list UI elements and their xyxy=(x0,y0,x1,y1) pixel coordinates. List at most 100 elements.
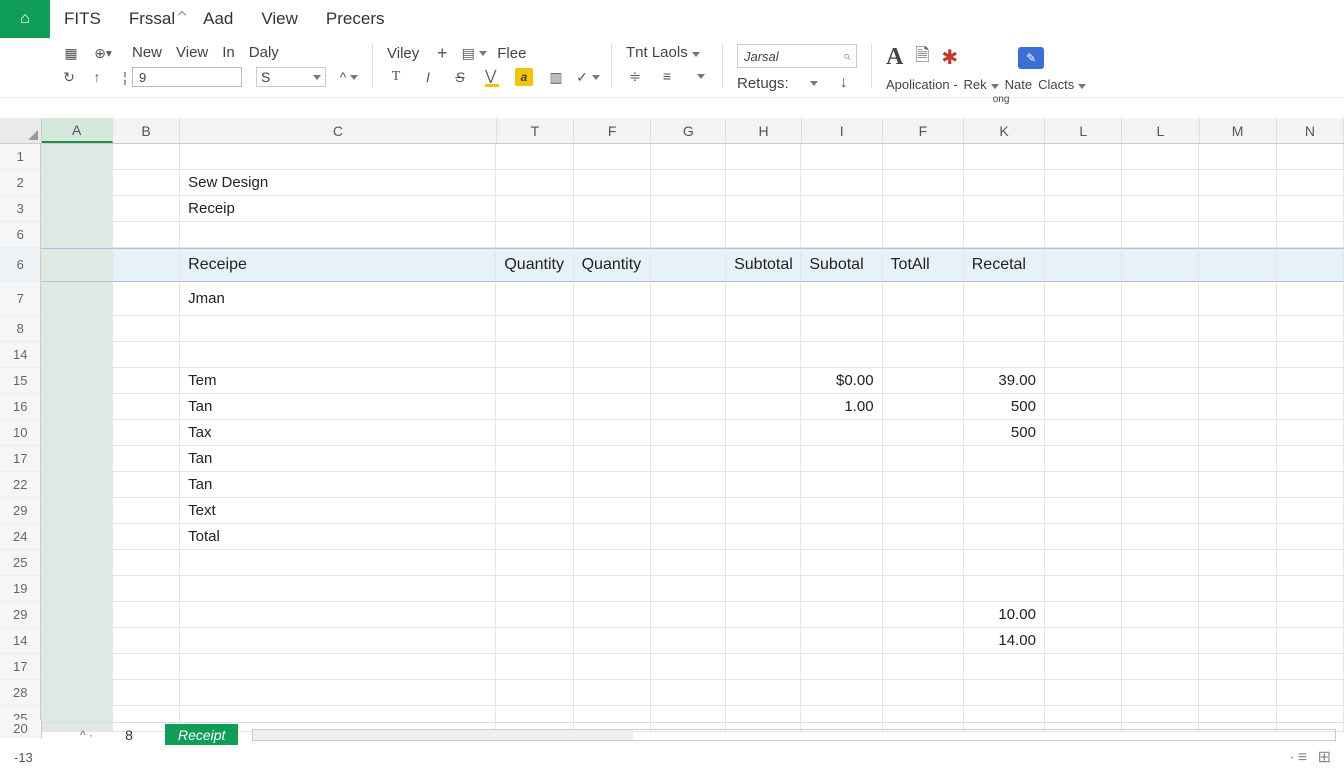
cell[interactable]: 14.00 xyxy=(964,628,1045,654)
cell[interactable] xyxy=(496,420,573,446)
cell[interactable] xyxy=(496,368,573,394)
row-number[interactable]: 14 xyxy=(0,628,41,654)
brush-icon[interactable]: ✎ xyxy=(1018,47,1044,69)
cell[interactable] xyxy=(1045,654,1122,680)
cell[interactable] xyxy=(801,170,882,196)
cell[interactable] xyxy=(726,602,801,628)
cell[interactable] xyxy=(1045,368,1122,394)
cell[interactable] xyxy=(651,446,726,472)
cell[interactable] xyxy=(574,420,651,446)
cell[interactable] xyxy=(651,222,726,248)
caret-small-icon[interactable]: ^ xyxy=(340,68,358,86)
cell[interactable] xyxy=(801,316,882,342)
cell[interactable] xyxy=(574,550,651,576)
cell[interactable] xyxy=(1045,248,1122,282)
cell[interactable] xyxy=(574,368,651,394)
view-controls-icon[interactable]: ·≡ ⊞ xyxy=(1289,747,1334,767)
cell[interactable] xyxy=(1045,576,1122,602)
cell[interactable] xyxy=(41,196,112,222)
cell[interactable] xyxy=(180,550,496,576)
cell[interactable] xyxy=(726,472,801,498)
cell[interactable] xyxy=(726,420,801,446)
cell[interactable]: Receipe xyxy=(180,248,496,282)
row-number[interactable]: 10 xyxy=(0,420,41,446)
label-clacts[interactable]: Clacts xyxy=(1038,77,1086,92)
cell[interactable] xyxy=(883,680,964,706)
cell[interactable] xyxy=(180,654,496,680)
cell[interactable] xyxy=(574,282,651,316)
cell[interactable] xyxy=(1199,394,1276,420)
menu-precers[interactable]: Precers xyxy=(312,9,399,29)
horizontal-scrollbar[interactable] xyxy=(252,729,1336,741)
cell[interactable] xyxy=(726,144,801,170)
cell[interactable] xyxy=(651,628,726,654)
row-number[interactable]: 1 xyxy=(0,144,41,170)
col-header-l-10[interactable]: L xyxy=(1045,118,1122,143)
cell[interactable] xyxy=(1122,550,1199,576)
row-number[interactable]: 16 xyxy=(0,394,41,420)
row-number[interactable]: 2 xyxy=(0,170,41,196)
btn-new[interactable]: New xyxy=(132,44,162,61)
row-number[interactable]: 17 xyxy=(0,654,41,680)
cell[interactable] xyxy=(964,196,1045,222)
cell[interactable]: Sew Design xyxy=(180,170,496,196)
cell[interactable] xyxy=(1122,654,1199,680)
cell[interactable] xyxy=(883,628,964,654)
cell[interactable] xyxy=(883,368,964,394)
cell[interactable] xyxy=(1277,654,1344,680)
cell[interactable]: TotAll xyxy=(883,248,964,282)
cell[interactable] xyxy=(1045,550,1122,576)
cell[interactable] xyxy=(1277,342,1344,368)
cell[interactable] xyxy=(41,282,112,316)
col-header-h-6[interactable]: H xyxy=(726,118,801,143)
cell[interactable] xyxy=(113,282,180,316)
columns-icon[interactable]: ▥ xyxy=(547,68,565,86)
cell[interactable]: Subtotal xyxy=(726,248,801,282)
row-number[interactable]: 25 xyxy=(0,550,41,576)
col-header-a-0[interactable]: A xyxy=(42,118,113,143)
cell[interactable] xyxy=(1045,498,1122,524)
cell[interactable] xyxy=(1199,316,1276,342)
menu-aad[interactable]: Aad xyxy=(189,9,247,29)
clipboard-icon[interactable]: ▤ xyxy=(465,44,483,62)
cell[interactable] xyxy=(41,170,112,196)
cell[interactable] xyxy=(1199,524,1276,550)
cell[interactable] xyxy=(801,420,882,446)
cell[interactable] xyxy=(113,394,180,420)
cell[interactable] xyxy=(1045,144,1122,170)
cell[interactable] xyxy=(496,680,573,706)
cell[interactable] xyxy=(651,196,726,222)
cell[interactable] xyxy=(496,524,573,550)
col-header-g-5[interactable]: G xyxy=(651,118,726,143)
row-number[interactable]: 6 xyxy=(0,248,41,282)
col-header-m-12[interactable]: M xyxy=(1200,118,1277,143)
cell[interactable] xyxy=(180,576,496,602)
col-header-b-1[interactable]: B xyxy=(113,118,180,143)
cell[interactable] xyxy=(651,602,726,628)
cell[interactable] xyxy=(651,472,726,498)
spreadsheet-grid[interactable]: ABCTFGHIFKLLMN 12Sew Design3Receip66Rece… xyxy=(0,118,1344,742)
name-dropdown[interactable]: S xyxy=(256,67,326,87)
align-middle-icon[interactable]: ≑ xyxy=(626,67,644,85)
col-header-f-8[interactable]: F xyxy=(883,118,964,143)
cell[interactable]: Text xyxy=(180,498,496,524)
cell[interactable]: 500 xyxy=(964,420,1045,446)
cell[interactable] xyxy=(1122,498,1199,524)
cell[interactable] xyxy=(726,576,801,602)
cell[interactable] xyxy=(1122,248,1199,282)
cell[interactable] xyxy=(113,602,180,628)
cell[interactable]: Recetal xyxy=(964,248,1045,282)
cell[interactable] xyxy=(801,446,882,472)
cell[interactable] xyxy=(651,524,726,550)
cell[interactable] xyxy=(180,602,496,628)
cell[interactable] xyxy=(1122,472,1199,498)
cell[interactable] xyxy=(883,524,964,550)
cell[interactable] xyxy=(574,316,651,342)
cell[interactable] xyxy=(41,222,112,248)
col-header-c-2[interactable]: C xyxy=(180,118,497,143)
cell[interactable] xyxy=(113,248,180,282)
col-header-k-9[interactable]: K xyxy=(964,118,1045,143)
cell[interactable] xyxy=(574,222,651,248)
cell[interactable] xyxy=(1277,170,1344,196)
cell[interactable] xyxy=(1277,628,1344,654)
